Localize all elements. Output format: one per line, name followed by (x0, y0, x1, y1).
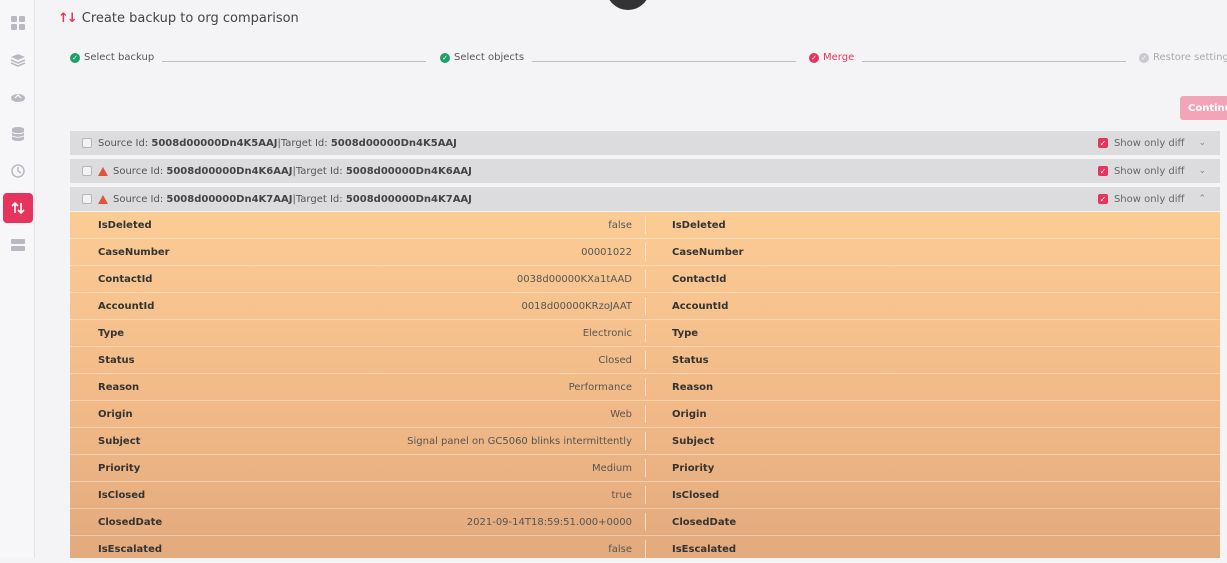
table-row: IsEscalated false IsEscalated (70, 536, 1220, 563)
chevron-down-icon[interactable]: ⌄ (1198, 138, 1206, 148)
compare-arrows-icon[interactable] (3, 193, 33, 223)
step-select-objects[interactable]: ✓ Select objects (440, 52, 524, 63)
table-row: CaseNumber 00001022 CaseNumber (70, 239, 1220, 266)
table-row: IsClosed true IsClosed (70, 482, 1220, 509)
record-checkbox[interactable] (82, 138, 92, 148)
record-ids: Source Id: 5008d00000Dn4K6AAJ|Target Id:… (113, 165, 472, 177)
check-icon[interactable]: ✓ (1097, 194, 1108, 204)
record-ids: Source Id: 5008d00000Dn4K5AAJ|Target Id:… (98, 137, 457, 149)
server-icon[interactable] (3, 230, 33, 260)
table-row: ClosedDate 2021-09-14T18:59:51.000+0000 Cl… (70, 509, 1220, 536)
show-only-diff-toggle[interactable]: ✓ Show only diff ⌄ (1097, 131, 1206, 155)
table-row: AccountId 0018d00000KRzoJAAT AccountId (70, 293, 1220, 320)
database-icon[interactable] (3, 45, 33, 75)
sidebar (0, 0, 35, 558)
record-checkbox[interactable] (82, 166, 92, 176)
webcam-overlay (606, 0, 650, 10)
record-header[interactable]: Source Id: 5008d00000Dn4K7AAJ|Target Id:… (70, 187, 1220, 211)
table-row: Status Closed Status (70, 347, 1220, 374)
backup-stack-icon[interactable] (3, 119, 33, 149)
table-row: ContactId 0038d00000KXa1tAAD ContactId (70, 266, 1220, 293)
table-row: Subject Signal panel on GC5060 blinks int… (70, 428, 1220, 455)
table-row: Reason Performance Reason (70, 374, 1220, 401)
check-icon: ✓ (1139, 52, 1149, 63)
show-only-diff-toggle[interactable]: ✓ Show only diff ⌃ (1097, 187, 1206, 211)
check-icon[interactable]: ✓ (1097, 166, 1108, 176)
warning-icon (98, 194, 108, 204)
record-header[interactable]: Source Id: 5008d00000Dn4K6AAJ|Target Id:… (70, 159, 1220, 183)
record-checkbox[interactable] (82, 194, 92, 204)
step-restore-settings[interactable]: ✓ Restore settings (1139, 52, 1227, 63)
dashboard-icon[interactable] (3, 8, 33, 38)
chevron-up-icon[interactable]: ⌃ (1198, 194, 1206, 204)
continue-button[interactable]: Continue (1180, 96, 1227, 120)
chevron-down-icon[interactable]: ⌄ (1198, 166, 1206, 176)
wizard-stepper: ✓ Select backup ✓ Select objects ✓ Merge… (70, 52, 1227, 70)
check-icon: ✓ (809, 52, 819, 63)
step-select-backup[interactable]: ✓ Select backup (70, 52, 154, 63)
check-icon: ✓ (440, 52, 450, 63)
record-ids: Source Id: 5008d00000Dn4K7AAJ|Target Id:… (113, 193, 472, 205)
step-label: Select objects (454, 52, 525, 63)
table-row: IsDeleted false IsDeleted (70, 212, 1220, 239)
compare-arrows-icon: ↑↓ (58, 10, 78, 26)
cloud-sync-icon[interactable] (3, 82, 33, 112)
check-icon[interactable]: ✓ (1097, 138, 1108, 148)
table-row: Type Electronic Type (70, 320, 1220, 347)
table-row: Origin Web Origin (70, 401, 1220, 428)
table-row: Priority Medium Priority (70, 455, 1220, 482)
show-only-diff-toggle[interactable]: ✓ Show only diff ⌄ (1097, 159, 1206, 183)
field-comparison-table: IsDeleted false IsDeleted CaseNumber 000010… (70, 212, 1220, 563)
history-icon[interactable] (3, 156, 33, 186)
page-header: ↑↓ Create backup to org comparison (58, 8, 299, 28)
step-merge[interactable]: ✓ Merge (809, 52, 854, 63)
step-connector (162, 61, 426, 62)
check-icon: ✓ (70, 52, 80, 63)
warning-icon (98, 166, 108, 176)
step-label: Restore settings (1153, 52, 1227, 63)
record-header[interactable]: Source Id: 5008d00000Dn4K5AAJ|Target Id:… (70, 131, 1220, 155)
step-connector (862, 61, 1126, 62)
page-title: Create backup to org comparison (81, 10, 299, 26)
step-connector (532, 61, 796, 62)
step-label: Select backup (84, 52, 155, 63)
step-label: Merge (823, 52, 855, 63)
